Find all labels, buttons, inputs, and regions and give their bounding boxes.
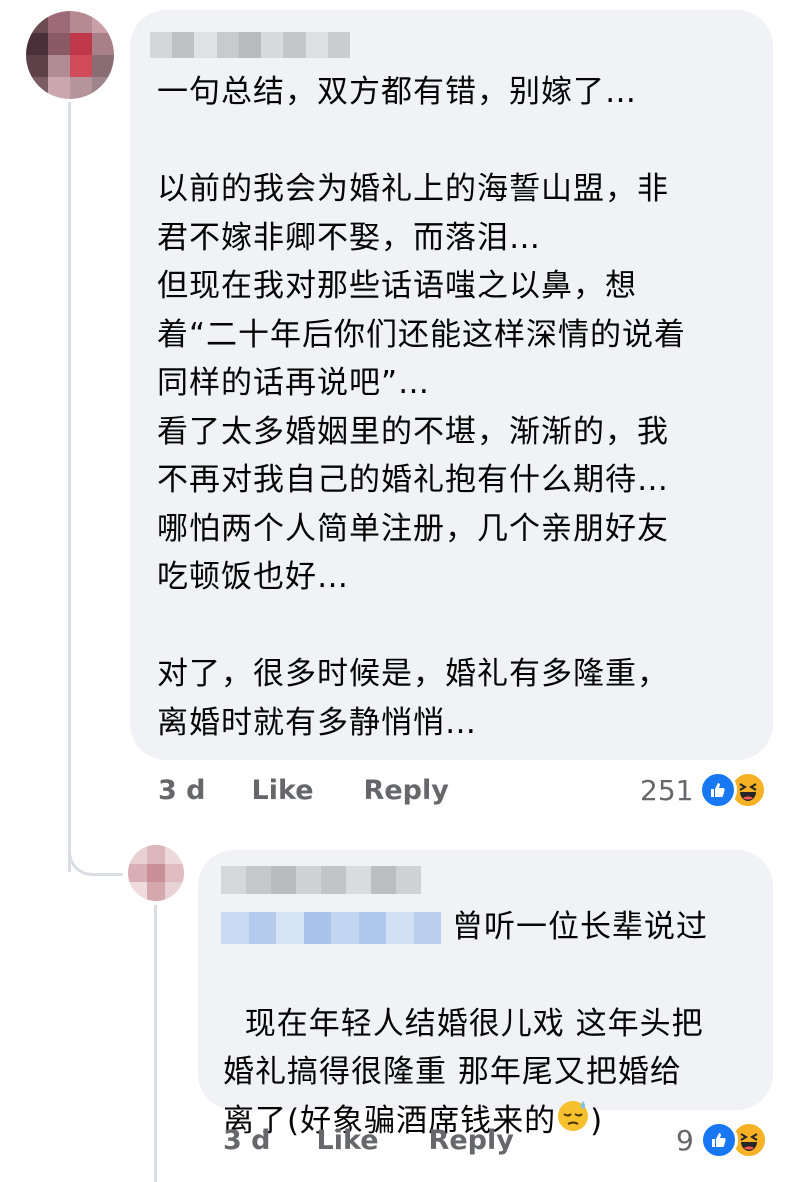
commenter-avatar[interactable] <box>26 11 114 99</box>
sweat-face-icon <box>556 1098 590 1147</box>
like-icon <box>699 1121 738 1159</box>
reply-button[interactable]: Reply <box>364 775 449 806</box>
reply-text-end: ) <box>590 1102 604 1139</box>
reply-reply-button[interactable]: Reply <box>429 1125 514 1156</box>
reply-mention-blurred[interactable] <box>221 912 441 944</box>
reply-text-body: 现在年轻人结婚很儿戏 这年头把 婚礼搞得很隆重 那年尾又把婚给 离了(好象骗酒席… <box>223 951 763 1146</box>
thread-line-curve <box>68 845 123 876</box>
reply-like-button[interactable]: Like <box>317 1125 379 1156</box>
reply-thread-line <box>154 905 157 1182</box>
commenter-name-blurred[interactable] <box>150 32 350 58</box>
like-icon <box>699 771 738 809</box>
comment-time[interactable]: 3 d <box>158 775 206 806</box>
reply-text-line1: 曾听一位长辈说过 <box>452 909 708 945</box>
reply-time[interactable]: 3 d <box>223 1125 271 1156</box>
reply-reaction-count: 9 <box>676 1123 694 1157</box>
thread-line-vertical <box>68 102 71 872</box>
reply-avatar[interactable] <box>128 845 184 901</box>
comment-text: 一句总结，双方都有错，别嫁了… 以前的我会为婚礼上的海誓山盟，非 君不嫁非卿不娶… <box>157 74 687 741</box>
reply-author-name-blurred[interactable] <box>221 866 421 894</box>
comment-actions: 3 d Like Reply <box>158 775 449 806</box>
reply-text-rest: 现在年轻人结婚很儿戏 这年头把 婚礼搞得很隆重 那年尾又把婚给 离了(好象骗酒席… <box>223 1005 704 1139</box>
reply-reactions-summary[interactable]: 9 <box>676 1121 768 1159</box>
reaction-count: 251 <box>640 773 694 807</box>
reply-actions: 3 d Like Reply <box>223 1125 514 1156</box>
like-button[interactable]: Like <box>252 775 314 806</box>
reactions-summary[interactable]: 251 <box>640 771 768 809</box>
